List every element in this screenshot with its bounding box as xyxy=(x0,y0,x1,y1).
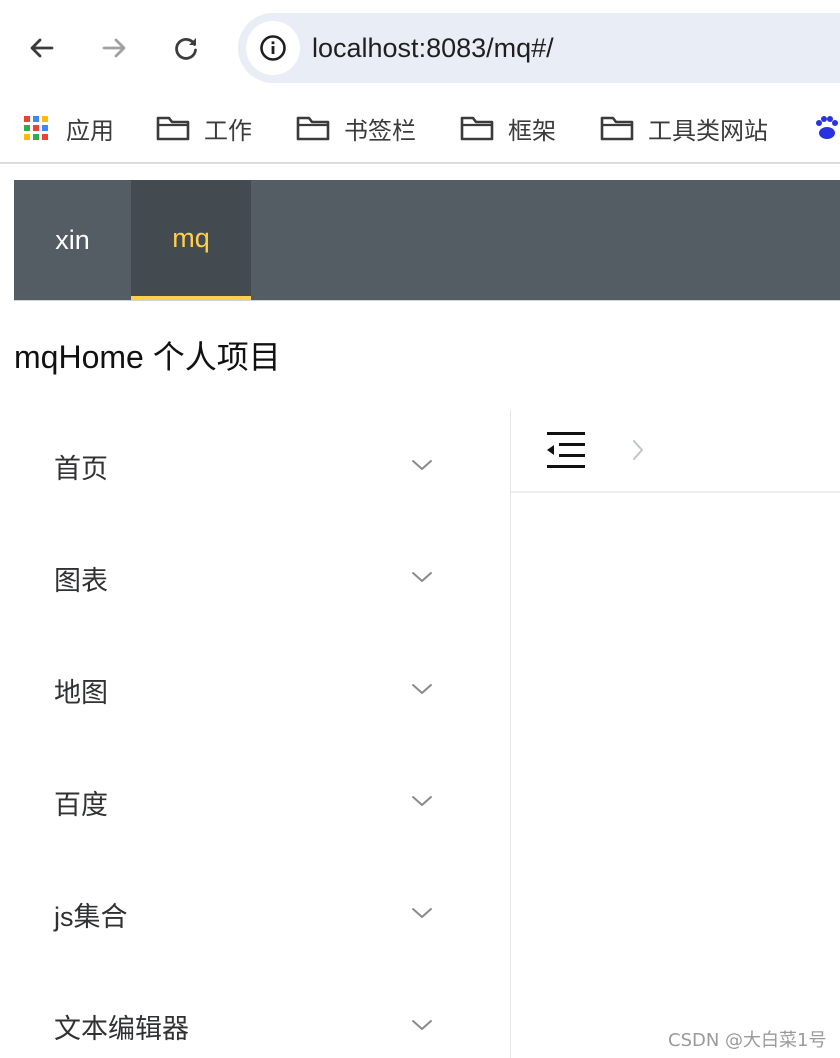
browser-toolbar: localhost:8083/mq#/ xyxy=(0,0,840,96)
baidu-paw-icon xyxy=(812,113,840,143)
app-top-menu: xin mq xyxy=(14,180,840,301)
sidebar-item-label: 百度 xyxy=(54,790,108,820)
back-button[interactable] xyxy=(18,24,66,72)
bookmark-folder-bookmarks[interactable]: 书签栏 xyxy=(296,106,416,150)
sidebar-item-label: 地图 xyxy=(54,678,108,708)
chevron-down-icon xyxy=(412,908,432,918)
site-info-button[interactable] xyxy=(246,21,300,75)
bookmark-label: 书签栏 xyxy=(344,117,416,145)
folder-icon xyxy=(460,113,494,143)
address-bar[interactable]: localhost:8083/mq#/ xyxy=(238,13,840,83)
chevron-down-icon xyxy=(412,1020,432,1030)
apps-grid-icon xyxy=(24,113,52,143)
chevron-down-icon xyxy=(412,572,432,582)
bookmark-apps[interactable]: 应用 xyxy=(24,106,114,150)
url-text[interactable]: localhost:8083/mq#/ xyxy=(312,30,554,66)
folder-icon xyxy=(296,113,330,143)
sidebar-item-label: 首页 xyxy=(54,454,108,484)
folder-icon xyxy=(156,113,190,143)
sidebar-item-map[interactable]: 地图 xyxy=(14,634,510,746)
sidebar-item-label: js集合 xyxy=(54,902,128,932)
collapse-menu-icon[interactable] xyxy=(545,430,587,470)
forward-arrow-icon xyxy=(102,38,126,58)
sidebar-item-js-collection[interactable]: js集合 xyxy=(14,858,510,970)
back-arrow-icon xyxy=(30,38,54,58)
sidebar-item-text-editor[interactable]: 文本编辑器 xyxy=(14,970,510,1058)
sidebar-item-label: 图表 xyxy=(54,566,108,596)
bookmark-label: 工作 xyxy=(204,117,252,145)
bookmarks-bar: 应用 工作 书签栏 框架 工具类网站 xyxy=(0,96,840,164)
chevron-down-icon xyxy=(412,460,432,470)
bookmark-label: 应用 xyxy=(66,117,114,145)
tab-mq[interactable]: mq xyxy=(131,180,251,300)
page-title: mqHome 个人项目 xyxy=(14,339,281,375)
sidebar-item-label: 文本编辑器 xyxy=(54,1014,189,1044)
chevron-down-icon xyxy=(412,796,432,806)
folder-icon xyxy=(600,113,634,143)
chevron-down-icon xyxy=(412,684,432,694)
bookmark-folder-tools[interactable]: 工具类网站 xyxy=(600,106,768,150)
sidebar-item-charts[interactable]: 图表 xyxy=(14,522,510,634)
bookmark-folder-framework[interactable]: 框架 xyxy=(460,106,556,150)
page: localhost:8083/mq#/ 应用 工作 书签栏 框架 工具类网站 x… xyxy=(0,0,840,1058)
sidebar-menu: 首页 图表 地图 百度 js集合 文本编辑器 xyxy=(14,410,511,1058)
tab-xin[interactable]: xin xyxy=(14,180,131,300)
reload-icon xyxy=(175,37,197,60)
bookmark-label: 工具类网站 xyxy=(648,117,768,145)
sidebar-item-baidu[interactable]: 百度 xyxy=(14,746,510,858)
bookmark-folder-work[interactable]: 工作 xyxy=(156,106,252,150)
site-info-icon xyxy=(260,35,286,61)
forward-button[interactable] xyxy=(90,24,138,72)
bookmark-label: 框架 xyxy=(508,117,556,145)
reload-button[interactable] xyxy=(162,24,210,72)
bookmark-baidu[interactable] xyxy=(812,106,840,150)
content-header xyxy=(511,410,840,493)
breadcrumb-separator-icon xyxy=(633,440,643,460)
watermark: CSDN @大白菜1号 xyxy=(668,1030,827,1051)
sidebar-item-home[interactable]: 首页 xyxy=(14,410,510,522)
